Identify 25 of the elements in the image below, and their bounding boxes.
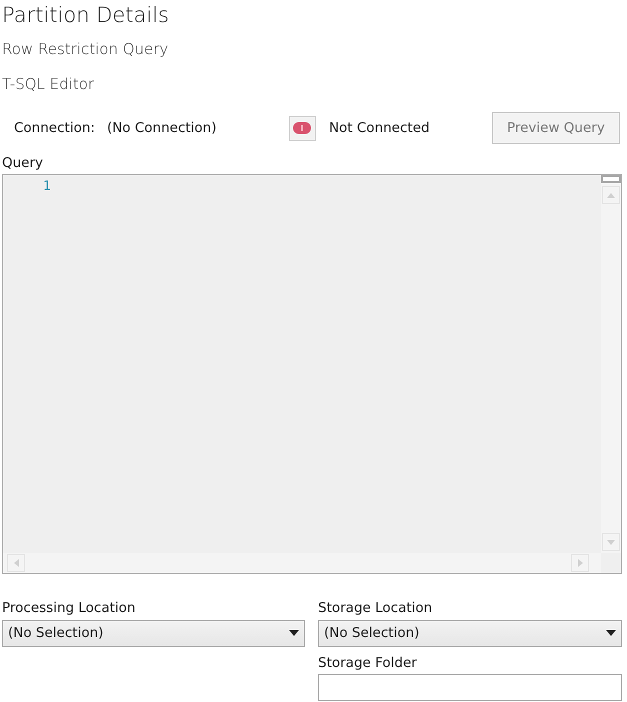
caret-icon — [606, 630, 616, 636]
connection-status: Not Connected — [328, 118, 431, 138]
caret-icon — [289, 630, 299, 636]
scroll-down-icon[interactable] — [602, 533, 620, 552]
location-dropdown[interactable]: (No Selection) — [2, 620, 305, 646]
line-number: 1 — [43, 178, 52, 196]
storage-folder-field[interactable] — [318, 674, 622, 701]
page-title: Partition Details — [2, 2, 170, 26]
connection-value: (No Connection) — [106, 118, 218, 138]
scrollbar-thumb[interactable] — [601, 175, 621, 184]
vertical-scrollbar[interactable] — [601, 175, 621, 554]
field-label: Processing Location — [2, 599, 136, 618]
scroll-right-icon[interactable] — [571, 554, 589, 572]
field-label: Storage Location — [318, 599, 434, 618]
horizontal-scrollbar[interactable] — [3, 553, 601, 574]
field-label: Storage Folder — [318, 654, 418, 672]
scroll-left-icon[interactable] — [7, 554, 25, 572]
location-dropdown[interactable]: (No Selection) — [318, 620, 622, 646]
toggle-icon — [293, 122, 312, 134]
query-label: Query — [2, 154, 44, 173]
section-heading: Row Restriction Query — [2, 39, 170, 60]
editor-heading: T-SQL Editor — [2, 74, 96, 94]
connection-toggle[interactable] — [288, 116, 316, 140]
connection-label: Connection: — [14, 118, 95, 138]
scroll-up-icon[interactable] — [602, 186, 620, 204]
